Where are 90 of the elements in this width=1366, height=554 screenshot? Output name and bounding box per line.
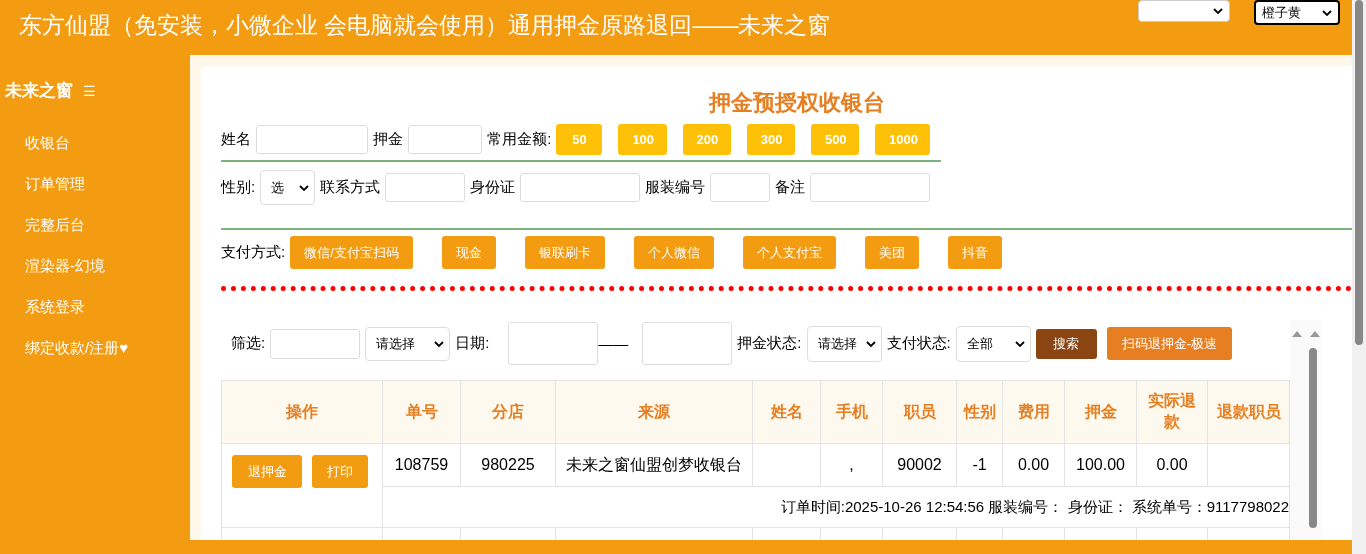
caret-icon	[1322, 9, 1332, 16]
column-header: 职员	[882, 380, 957, 444]
column-header: 分店	[460, 380, 556, 444]
payment-button[interactable]: 个人支付宝	[742, 236, 836, 269]
column-header: 手机	[820, 380, 883, 444]
input-field[interactable]	[385, 173, 466, 202]
table-cell: 100.00	[1064, 443, 1137, 487]
action-button[interactable]: 打印	[312, 455, 368, 488]
caret-icon	[434, 340, 445, 347]
payment-button[interactable]: 抖音	[947, 236, 1002, 269]
form-title: 押金预授权收银台	[707, 89, 886, 117]
scan-refund-button[interactable]: 扫码退押金-极速	[1106, 327, 1233, 360]
scroll-thumb[interactable]	[1355, 0, 1363, 345]
column-header: 性别	[956, 380, 1003, 444]
amount-button[interactable]: 100	[618, 124, 667, 155]
payment-button[interactable]: 个人微信	[633, 236, 714, 269]
caret-icon	[865, 340, 876, 347]
amount-button[interactable]: 1000	[875, 124, 930, 155]
field-label: 押金状态:	[737, 334, 802, 353]
scroll-up-icon[interactable]	[1289, 330, 1323, 338]
table-cell: 90002	[882, 443, 957, 487]
theme-select[interactable]: 橙子黄	[1254, 0, 1340, 25]
menu-icon[interactable]: ☰	[83, 82, 96, 99]
payment-button[interactable]: 银联刷卡	[524, 236, 605, 269]
field-label: 联系方式	[320, 178, 381, 197]
table-cell: -1	[956, 443, 1003, 487]
sidebar-item[interactable]: 完整后台	[0, 210, 190, 251]
table-cell: 未来之窗仙盟创梦收银台	[555, 443, 753, 487]
field-label: 备注	[775, 178, 806, 197]
input-field[interactable]	[810, 173, 931, 202]
field-label: 筛选:	[231, 334, 266, 353]
date-field[interactable]	[642, 322, 733, 365]
page-scrollbar[interactable]	[1352, 0, 1366, 554]
field-label: 性别:	[221, 178, 256, 197]
date-separator: ——	[598, 335, 629, 352]
table-cell: ,	[820, 443, 883, 487]
sidebar-item[interactable]: 收银台	[0, 128, 190, 169]
scroll-thumb[interactable]	[1309, 348, 1317, 528]
input-field[interactable]	[407, 125, 483, 154]
column-header: 实际退款	[1136, 380, 1208, 444]
field-label: 支付状态:	[886, 334, 951, 353]
table-cell	[752, 443, 821, 487]
select-field[interactable]: 请选择	[806, 325, 882, 362]
field-label: 常用金额:	[487, 130, 552, 149]
select-field[interactable]: 选	[260, 170, 316, 205]
sidebar-item[interactable]: 订单管理	[0, 169, 190, 210]
action-button[interactable]: 退押金	[232, 455, 302, 488]
input-field[interactable]	[710, 173, 771, 202]
date-field[interactable]	[508, 322, 599, 365]
column-header: 退款职员	[1207, 380, 1290, 444]
input-field[interactable]	[270, 328, 361, 359]
column-header: 单号	[382, 380, 461, 444]
select-field[interactable]	[1138, 0, 1230, 22]
payment-button[interactable]: 微信/支付宝扫码	[290, 236, 413, 269]
caret-icon	[1213, 8, 1223, 14]
sidebar-item[interactable]: 渲染器-幻境	[0, 251, 190, 292]
brand-name: 未来之窗	[5, 80, 73, 102]
field-label: 姓名	[221, 130, 251, 149]
scrollbar[interactable]	[1290, 320, 1322, 540]
caret-icon	[299, 184, 310, 191]
table-cell: 108759	[382, 443, 461, 487]
field-label: 支付方式:	[221, 243, 286, 262]
input-field[interactable]	[520, 173, 641, 202]
column-header: 来源	[555, 380, 753, 444]
amount-button[interactable]: 200	[682, 124, 731, 155]
field-label: 身份证	[470, 178, 516, 197]
table-cell: 980225	[460, 443, 556, 487]
field-label: 服装编号	[645, 178, 706, 197]
select-field[interactable]: 请选择	[365, 326, 451, 361]
input-field[interactable]	[256, 125, 368, 154]
amount-button[interactable]: 50	[556, 124, 603, 155]
column-header: 操作	[221, 380, 383, 444]
field-label: 押金	[372, 130, 403, 149]
amount-button[interactable]: 500	[810, 124, 860, 155]
column-header: 押金	[1064, 380, 1137, 444]
caret-icon	[1014, 340, 1025, 347]
detail-cell: 订单时间:2025-10-26 12:54:56 服装编号： 身份证： 系统单号：9117798022	[382, 486, 1290, 528]
table-cell: 0.00	[1136, 443, 1208, 487]
payment-button[interactable]: 现金	[441, 236, 496, 269]
page-title: 东方仙盟（免安装，小微企业 会电脑就会使用）通用押金原路退回——未来之窗	[19, 11, 832, 40]
select-field[interactable]: 全部	[955, 325, 1031, 362]
sidebar-item[interactable]: 绑定收款/注册♥	[0, 333, 190, 374]
table-cell: 0.00	[1002, 443, 1065, 487]
search-button[interactable]: 搜索	[1035, 328, 1097, 359]
column-header: 费用	[1002, 380, 1065, 444]
field-label: 日期:	[455, 334, 490, 353]
sidebar-item[interactable]: 系统登录	[0, 292, 190, 333]
payment-button[interactable]: 美团	[864, 236, 919, 269]
column-header: 姓名	[752, 380, 821, 444]
amount-button[interactable]: 300	[746, 124, 795, 155]
